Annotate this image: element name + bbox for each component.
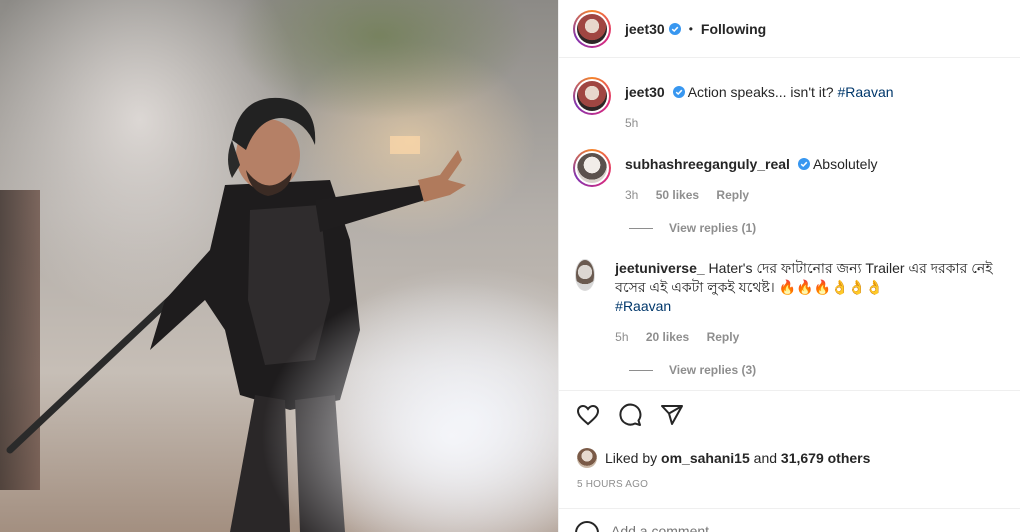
post-header: jeet30 • Following [559,0,1020,58]
caption-hashtag[interactable]: #Raavan [837,84,893,100]
view-replies-button[interactable]: View replies (1) [629,221,756,235]
view-replies-label: View replies (3) [669,363,757,377]
author-avatar[interactable] [573,9,611,48]
caption-text: Action speaks... isn't it? [687,84,834,100]
comment-meta: 5h 20 likes Reply [615,328,1008,347]
following-button[interactable]: Following [701,21,766,37]
comment-avatar[interactable] [575,259,596,291]
comment-text: Absolutely [812,156,878,172]
caption-time: 5h [625,116,639,130]
reply-button[interactable]: Reply [716,188,749,202]
paper-plane-icon [661,405,683,425]
comment-hashtag[interactable]: #Raavan [615,298,671,314]
replies-divider-line [629,369,653,371]
post-image[interactable] [0,0,558,532]
likes-others-button[interactable]: 31,679 others [781,450,871,466]
reply-button[interactable]: Reply [707,330,740,344]
caption: jeet30 Action speaks... isn't it? #Raava… [573,77,1008,133]
comment-username[interactable]: jeetuniverse_ [615,260,705,276]
author-username[interactable]: jeet30 [625,21,665,37]
share-button[interactable] [659,402,685,428]
liker-avatar[interactable] [577,448,597,468]
verified-badge-icon [672,86,685,98]
comment-time: 3h [625,188,639,202]
comment-avatar[interactable] [573,149,611,187]
verified-badge-icon [797,158,810,170]
add-comment-bar [559,508,1020,532]
caption-avatar[interactable] [573,77,611,115]
comments-list[interactable]: jeet30 Action speaks... isn't it? #Raava… [559,59,1020,391]
post-actions [575,402,701,428]
heart-icon [576,404,600,426]
liked-by-prefix: Liked by [605,450,658,466]
likes-summary: Liked by om_sahani15 and 31,679 others [577,448,870,468]
like-button[interactable] [575,402,601,428]
comment-input[interactable] [611,523,911,532]
liked-by-and: and [753,450,778,466]
comment-item: jeetuniverse_ Hater's দের ফাটানোর জন্য T… [573,259,1008,347]
comment-username[interactable]: subhashreeganguly_real [625,156,790,172]
view-replies-label: View replies (1) [669,221,757,235]
post-sidebar: jeet30 • Following jeet30 Action speaks.… [558,0,1020,532]
post-timestamp[interactable]: 5 HOURS AGO [577,479,648,490]
caption-meta: 5h [625,114,894,133]
liker-username[interactable]: om_sahani15 [661,450,750,466]
comment-icon [619,403,642,426]
comment-meta: 3h 50 likes Reply [625,186,878,205]
verified-badge-icon [668,22,681,35]
separator-dot: • [688,21,693,36]
comment-button[interactable] [617,402,643,428]
comment-time: 5h [615,330,629,344]
emoji-icon[interactable] [575,521,599,532]
replies-divider-line [629,227,653,229]
comment-likes[interactable]: 20 likes [646,330,689,344]
comment-likes[interactable]: 50 likes [656,188,699,202]
photo-fog [260,280,558,532]
caption-username[interactable]: jeet30 [625,84,665,100]
comment-item: subhashreeganguly_real Absolutely 3h 50 … [573,149,1008,205]
view-replies-button[interactable]: View replies (3) [629,363,756,377]
